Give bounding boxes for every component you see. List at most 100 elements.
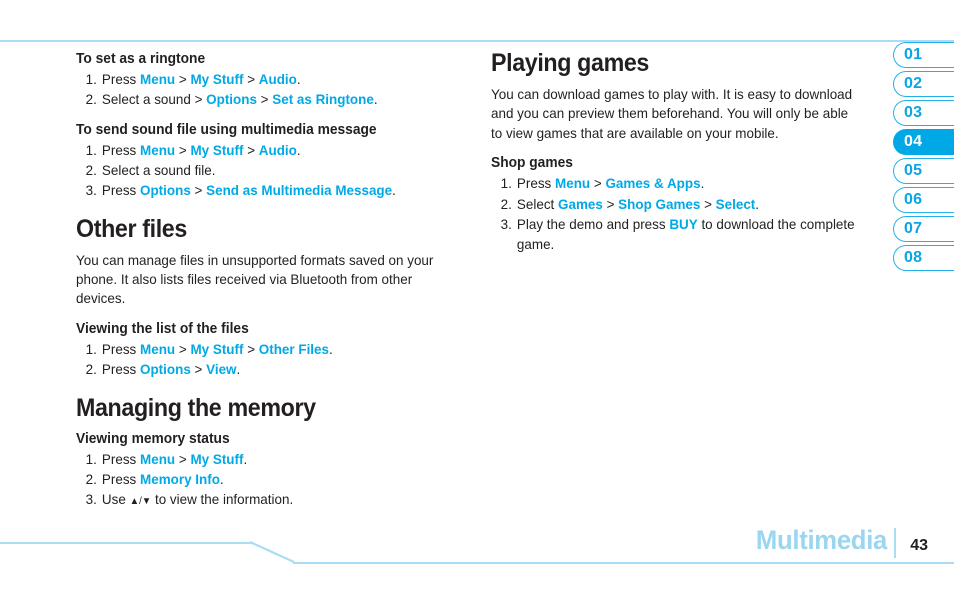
chapter-tab-01[interactable]: 01 <box>893 42 954 68</box>
step-text: Select a sound file. <box>101 162 216 179</box>
step-item: 3. Press Options > Send as Multimedia Mes… <box>76 180 460 200</box>
step-number: 1. <box>85 450 97 467</box>
step-text: Press <box>516 175 556 192</box>
step-text: Play the demo and press <box>516 215 670 232</box>
right-column: Playing games You can download games to p… <box>491 50 876 254</box>
menu-key: My Stuff <box>190 71 244 88</box>
step-number: 1. <box>85 71 97 88</box>
menu-key: Set as Ringtone <box>272 91 374 108</box>
step-number: 1. <box>500 175 512 192</box>
step-text: . <box>219 471 224 487</box>
step-separator: > <box>243 340 259 357</box>
left-column: To set as a ringtone 1. Press Menu > My St… <box>76 50 476 510</box>
subsection-heading: To send sound file using multimedia mess… <box>76 121 377 138</box>
menu-key: My Stuff <box>190 450 244 467</box>
step-number: 1. <box>85 141 97 158</box>
section-heading: Playing games <box>491 49 649 77</box>
step-item: 1. Press Menu > My Stuff > Audio. <box>76 69 460 89</box>
step-text: . <box>755 195 760 212</box>
step-item: 3. Use ▲/▼ to view the information. <box>76 489 460 510</box>
footer-rule-left <box>0 542 252 544</box>
step-text: Press <box>101 450 141 467</box>
step-list: 1. Press Menu > My Stuff > Audio. 2. Select… <box>76 69 460 110</box>
step-text: Select a sound > <box>101 91 207 108</box>
step-separator: > <box>700 195 716 212</box>
menu-key: Menu <box>140 450 176 467</box>
step-item: 2. Press Memory Info. <box>76 469 460 489</box>
menu-key: My Stuff <box>190 340 244 357</box>
step-item: 1. Press Menu > My Stuff. <box>76 449 460 469</box>
step-number: 1. <box>85 340 97 357</box>
step-separator: > <box>175 141 191 158</box>
step-separator: > <box>602 195 619 212</box>
step-number: 2. <box>85 162 97 179</box>
step-separator: > <box>243 71 259 88</box>
step-text: Press <box>101 471 141 487</box>
step-text: Use <box>101 491 130 508</box>
step-item: 2. Select Games > Shop Games > Select. <box>491 194 861 214</box>
step-list: 1. Press Menu > My Stuff. 2. Press Memory I… <box>76 449 460 510</box>
step-separator: > <box>190 361 207 378</box>
step-item: 2. Select a sound > Options > Set as Ring… <box>76 89 460 109</box>
chapter-tab-07[interactable]: 07 <box>893 216 954 242</box>
step-list: 1. Press Menu > My Stuff > Audio. 2. Select… <box>76 140 460 201</box>
step-text: . <box>329 340 333 357</box>
menu-key: Memory Info <box>140 471 220 487</box>
step-item: 3. Play the demo and press BUY to downloa… <box>491 214 861 255</box>
chapter-tab-08[interactable]: 08 <box>893 245 954 271</box>
section-heading: Managing the memory <box>76 393 316 422</box>
step-number: 2. <box>500 195 512 212</box>
chapter-tab-05[interactable]: 05 <box>893 158 954 184</box>
step-text: Press <box>101 141 141 158</box>
menu-key: View <box>206 361 237 378</box>
step-text: . <box>243 450 248 467</box>
menu-key: Audio <box>258 141 297 158</box>
step-separator: > <box>175 71 191 88</box>
chapter-tab-label: 06 <box>904 191 923 208</box>
step-list: 1. Press Menu > Games & Apps. 2. Select Gam… <box>491 173 861 254</box>
step-number: 3. <box>85 491 97 508</box>
footer-divider <box>894 528 896 558</box>
chapter-tab-02[interactable]: 02 <box>893 71 954 97</box>
footer-rule-right <box>293 562 954 564</box>
step-separator: > <box>190 182 207 199</box>
step-text: Select <box>516 195 559 212</box>
step-text: Press <box>101 361 141 378</box>
step-text: . <box>236 361 241 378</box>
page-number: 43 <box>910 537 928 554</box>
step-number: 2. <box>85 361 97 378</box>
menu-key: Select <box>715 195 756 212</box>
step-item: 1. Press Menu > Games & Apps. <box>491 173 861 193</box>
footer-section-title: Multimedia <box>755 525 887 555</box>
chapter-tab-03[interactable]: 03 <box>893 100 954 126</box>
chapter-tab-label: 02 <box>904 75 923 92</box>
menu-key: BUY <box>669 215 698 232</box>
step-list: 1. Press Menu > My Stuff > Other Files. 2.… <box>76 339 460 380</box>
menu-key: Menu <box>140 141 176 158</box>
menu-key: Options <box>140 361 191 378</box>
menu-key: Other Files <box>258 340 330 357</box>
step-separator: > <box>590 175 606 192</box>
menu-key: Menu <box>140 340 176 357</box>
section-heading: Other files <box>76 214 187 243</box>
menu-key: My Stuff <box>190 141 244 158</box>
subsection-heading: Shop games <box>491 155 573 172</box>
step-text: . <box>700 175 705 192</box>
header-rule <box>0 40 954 42</box>
menu-key: Menu <box>555 175 591 192</box>
step-item: 1. Press Menu > My Stuff > Audio. <box>76 140 460 160</box>
step-item: 2. Select a sound file. <box>76 160 460 180</box>
step-separator: > <box>175 340 191 357</box>
step-text: . <box>296 141 301 158</box>
step-text: Press <box>101 340 141 357</box>
step-separator: > <box>243 141 259 158</box>
body-paragraph: You can manage files in unsupported form… <box>76 251 434 307</box>
step-text: . <box>373 91 378 108</box>
menu-key: Games <box>558 195 603 212</box>
step-text: to view the information. <box>151 491 294 508</box>
chapter-tab-06[interactable]: 06 <box>893 187 954 213</box>
chapter-tab-04[interactable]: 04 <box>893 129 954 155</box>
step-text: Press <box>101 71 141 88</box>
chapter-tab-label: 01 <box>904 46 923 63</box>
step-separator: > <box>256 91 273 108</box>
